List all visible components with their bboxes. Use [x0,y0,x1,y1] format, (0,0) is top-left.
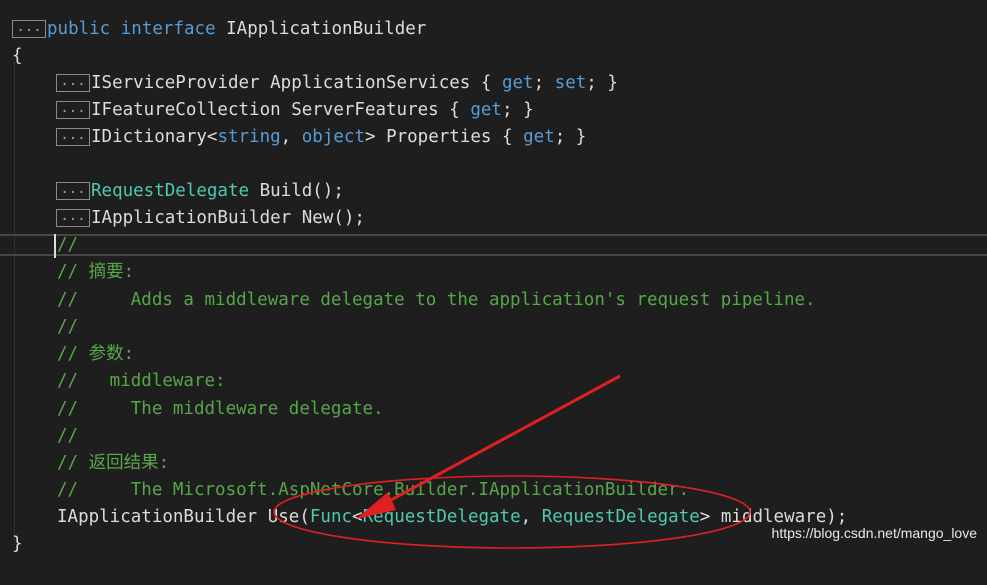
code-line-1[interactable]: ... public interface IApplicationBuilder [0,16,426,43]
accessor-close: } [575,127,587,147]
comment: // 摘要: [57,262,135,282]
code-line-7[interactable]: ... RequestDelegate Build(); [0,178,344,205]
func-type: Func [309,507,353,527]
method-signature: Build(); [259,181,344,201]
parameter-name: middleware); [720,507,848,527]
keyword-object: object [301,127,365,147]
code-line-20[interactable]: } [0,531,23,558]
code-line-2[interactable]: { [0,43,23,70]
accessor-open: { [480,73,492,93]
return-type: RequestDelegate [91,181,250,201]
comment: // The Microsoft.AspNetCore.Builder.IApp… [57,480,690,500]
comment: // Adds a middleware delegate to the app… [57,290,816,310]
watermark: https://blog.csdn.net/mango_love [771,525,977,541]
comma: , [280,127,292,147]
fold-marker[interactable]: ... [56,101,90,119]
fold-marker[interactable]: ... [56,74,90,92]
accessor-close: } [607,73,618,93]
comment: // The middleware delegate. [57,399,384,419]
comma: , [520,507,532,527]
comment: // [57,317,79,337]
return-type: IApplicationBuilder [57,507,258,527]
comment: // middleware: [57,371,226,391]
return-type: IApplicationBuilder [91,208,292,228]
close-brace: } [12,534,23,554]
keyword-get: get [523,127,555,147]
code-line-19[interactable]: IApplicationBuilder Use(Func<RequestDele… [0,504,847,531]
code-line-4[interactable]: ... IFeatureCollection ServerFeatures { … [0,97,534,124]
text-caret [54,234,56,258]
accessor-open: { [501,127,513,147]
comment: // 返回结果: [57,453,170,473]
comment: // [57,235,79,255]
fold-marker[interactable]: ... [56,209,90,227]
angle-close: > [699,507,711,527]
code-line-9[interactable]: // [0,232,78,259]
property-name: ServerFeatures [291,100,439,120]
code-line-5[interactable]: ... IDictionary<string, object> Properti… [0,124,586,151]
generic-arg-1: RequestDelegate [362,507,521,527]
angle-close: > [364,127,376,147]
comment: // 参数: [57,344,135,364]
keyword-get: get [501,73,534,93]
semicolon: ; [533,73,545,93]
semicolon: ; [501,100,513,120]
generic-arg-2: RequestDelegate [541,507,700,527]
method-signature: New(); [301,208,365,228]
property-name: ApplicationServices [270,73,471,93]
property-type: IFeatureCollection [91,100,281,120]
property-type: IServiceProvider [91,73,260,93]
method-name: Use( [267,507,310,527]
accessor-open: { [449,100,460,120]
interface-name: IApplicationBuilder [226,19,427,39]
fold-marker[interactable]: ... [56,128,90,146]
keyword-public: public [47,19,111,39]
keyword-set: set [554,73,587,93]
angle-open: < [352,507,363,527]
keyword-get: get [470,100,502,120]
accessor-close: } [523,100,534,120]
fold-marker[interactable]: ... [12,20,46,38]
semicolon: ; [586,73,597,93]
property-name: Properties [386,127,492,147]
keyword-string: string [217,127,281,147]
code-line-8[interactable]: ... IApplicationBuilder New(); [0,205,365,232]
semicolon: ; [554,127,566,147]
current-line-highlight [0,234,987,256]
property-type: IDictionary [91,127,207,147]
comment: // [57,426,79,446]
code-line-3[interactable]: ... IServiceProvider ApplicationServices… [0,70,618,97]
angle-open: < [206,127,218,147]
open-brace: { [12,46,23,66]
keyword-interface: interface [120,19,216,39]
fold-marker[interactable]: ... [56,182,90,200]
